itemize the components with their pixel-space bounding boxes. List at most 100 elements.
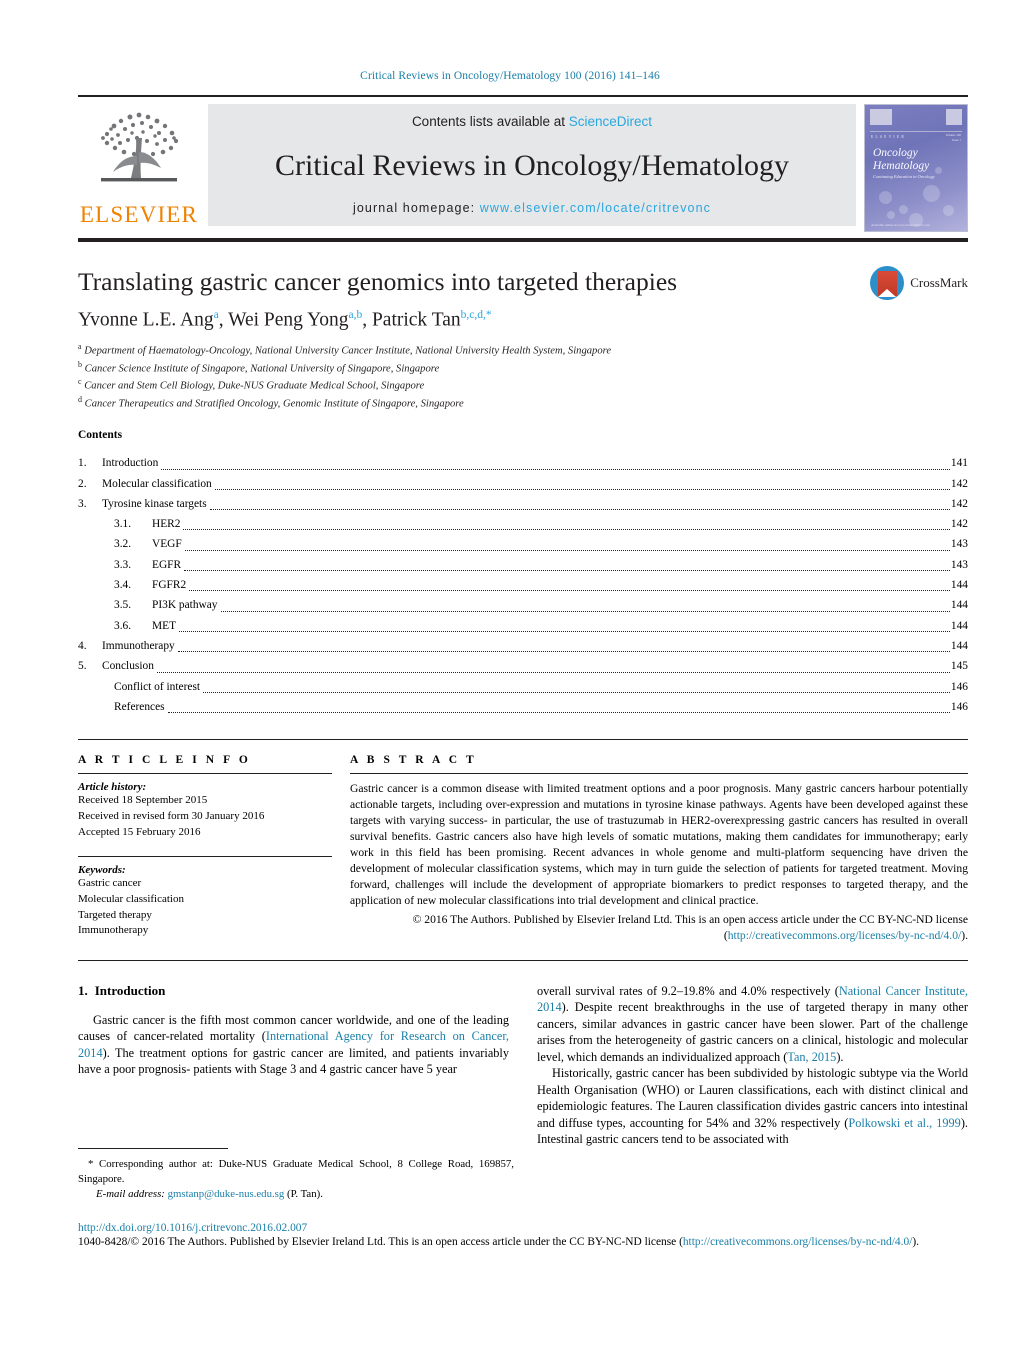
toc-number: 5. xyxy=(78,660,87,673)
toc-label: Conclusion xyxy=(102,660,154,673)
elsevier-tree-icon xyxy=(101,112,179,182)
toc-row[interactable]: 4. Immunotherapy 144 xyxy=(78,636,968,656)
toc-page-number: 141 xyxy=(950,457,968,470)
page-title: Translating gastric cancer genomics into… xyxy=(78,267,678,296)
toc-label: MET xyxy=(152,619,177,632)
cover-small-right: Volume 100 Issue 1 xyxy=(945,133,961,142)
toc-number: 1. xyxy=(78,457,87,470)
affiliation-text: Cancer Therapeutics and Stratified Oncol… xyxy=(84,398,464,410)
corresponding-author-line: * Corresponding author at: Duke-NUS Grad… xyxy=(78,1158,514,1186)
contents-heading: Contents xyxy=(78,429,123,442)
toc-row[interactable]: References 146 xyxy=(78,697,968,717)
paragraph: overall survival rates of 9.2–19.8% and … xyxy=(537,983,968,1066)
elsevier-logo: ELSEVIER xyxy=(78,104,200,232)
journal-masthead: ELSEVIER Contents lists available at Sci… xyxy=(78,95,968,232)
toc-leader-dots xyxy=(220,610,950,612)
info-abstract-block: A R T I C L E I N F O Article history: R… xyxy=(78,739,968,961)
toc-page-number: 145 xyxy=(950,660,968,673)
toc-page-number: 144 xyxy=(950,579,968,592)
toc-row[interactable]: 1. Introduction 141 xyxy=(78,453,968,473)
author-affil-marker: a xyxy=(213,308,219,321)
running-head: Critical Reviews in Oncology/Hematology … xyxy=(360,70,660,82)
affiliation-item: c Cancer and Stem Cell Biology, Duke-NUS… xyxy=(78,376,968,394)
homepage-url-link[interactable]: www.elsevier.com/locate/critrevonc xyxy=(480,201,711,215)
cover-issn-mark xyxy=(946,109,962,125)
body-column-left: 1. Introduction Gastric cancer is the fif… xyxy=(78,983,509,1148)
affiliation-item: b Cancer Science Institute of Singapore,… xyxy=(78,359,968,377)
author-name[interactable]: Wei Peng Yong xyxy=(228,309,348,330)
toc-page-number: 144 xyxy=(950,599,968,612)
cover-title-line2: Hematology xyxy=(873,160,930,172)
cover-rule xyxy=(870,131,962,132)
toc-label: HER2 xyxy=(152,518,181,531)
divider xyxy=(350,773,968,775)
affiliation-marker: a xyxy=(78,342,82,352)
article-info-column: A R T I C L E I N F O Article history: R… xyxy=(78,754,350,943)
keyword-item: Targeted therapy xyxy=(78,908,152,921)
body-column-right: overall survival rates of 9.2–19.8% and … xyxy=(537,983,968,1148)
toc-number: 3.3. xyxy=(114,558,132,571)
article-info-heading: A R T I C L E I N F O xyxy=(78,754,251,767)
paragraph-text: overall survival rates of 9.2–19.8% and … xyxy=(537,983,839,998)
toc-row[interactable]: 3.5. PI3K pathway 144 xyxy=(78,595,968,615)
contents-prefix: Contents lists available at xyxy=(411,114,569,129)
keyword-item: Molecular classification xyxy=(78,893,184,906)
cover-bubble xyxy=(923,185,940,202)
toc-row[interactable]: 3. Tyrosine kinase targets 142 xyxy=(78,494,968,514)
abstract-body: Gastric cancer is a common disease with … xyxy=(350,782,968,908)
citation-link[interactable]: Polkowski et al., 1999 xyxy=(848,1116,960,1130)
toc-row[interactable]: 3.2. VEGF 143 xyxy=(78,534,968,554)
sciencedirect-link[interactable]: ScienceDirect xyxy=(569,114,652,129)
cover-bubble xyxy=(935,167,942,174)
toc-number: 3.1. xyxy=(114,518,132,531)
toc-row[interactable]: 3.6. MET 144 xyxy=(78,616,968,636)
abstract-heading: A B S T R A C T xyxy=(350,754,477,767)
toc-page-number: 142 xyxy=(950,497,968,510)
paragraph-text: ). The treatment options for gastric can… xyxy=(78,1045,509,1077)
toc-page-number: 146 xyxy=(950,700,968,713)
toc-page-number: 143 xyxy=(950,558,968,571)
paper-page: Critical Reviews in Oncology/Hematology … xyxy=(0,0,1020,1351)
toc-page-number: 142 xyxy=(950,518,968,531)
license-prefix: 1040-8428/© 2016 The Authors. Published … xyxy=(78,1236,683,1248)
toc-leader-dots xyxy=(209,509,950,511)
affiliation-marker: c xyxy=(78,377,82,387)
toc-label: Introduction xyxy=(102,457,159,470)
toc-row[interactable]: 2. Molecular classification 142 xyxy=(78,474,968,494)
toc-row[interactable]: Conflict of interest 146 xyxy=(78,677,968,697)
author-name[interactable]: Patrick Tan xyxy=(372,309,461,330)
body-columns: 1. Introduction Gastric cancer is the fif… xyxy=(78,983,968,1148)
license-link[interactable]: http://creativecommons.org/licenses/by-n… xyxy=(728,929,962,942)
crossmark-badge[interactable]: CrossMark xyxy=(870,266,968,300)
cover-elsevier-mark xyxy=(870,109,892,125)
citation-link[interactable]: Tan, 2015 xyxy=(787,1050,836,1064)
crossmark-icon xyxy=(870,266,905,300)
toc-leader-dots xyxy=(161,468,950,470)
footnote-rule xyxy=(78,1148,228,1149)
toc-page-number: 143 xyxy=(950,538,968,551)
cover-small-left: E L S E V I E R xyxy=(871,135,905,139)
affiliation-text: Department of Haematology-Oncology, Nati… xyxy=(84,345,612,357)
journal-band: Contents lists available at ScienceDirec… xyxy=(208,104,856,226)
toc-leader-dots xyxy=(177,651,950,653)
toc-row[interactable]: 5. Conclusion 145 xyxy=(78,656,968,676)
journal-cover-thumbnail: E L S E V I E R Volume 100 Issue 1 Oncolo… xyxy=(864,104,968,232)
toc-row[interactable]: 3.4. FGFR2 144 xyxy=(78,575,968,595)
toc-row[interactable]: 3.1. HER2 142 xyxy=(78,514,968,534)
corresponding-author-footnote: * Corresponding author at: Duke-NUS Grad… xyxy=(78,1148,514,1202)
toc-label: Immunotherapy xyxy=(102,639,175,652)
toc-number: 3.5. xyxy=(114,599,132,612)
email-link[interactable]: gmstanp@duke-nus.edu.sg xyxy=(168,1188,285,1200)
elsevier-wordmark: ELSEVIER xyxy=(79,202,199,227)
toc-label: Tyrosine kinase targets xyxy=(102,497,207,510)
doi-link[interactable]: http://dx.doi.org/10.1016/j.critrevonc.2… xyxy=(78,1222,968,1234)
article-history-item: Received in revised form 30 January 2016 xyxy=(78,809,265,822)
toc-page-number: 144 xyxy=(950,639,968,652)
license-suffix: ). xyxy=(912,1236,919,1248)
author-name[interactable]: Yvonne L.E. Ang xyxy=(78,309,214,330)
affiliation-item: a Department of Haematology-Oncology, Na… xyxy=(78,341,968,359)
divider xyxy=(78,773,332,775)
section-heading-introduction: 1. Introduction xyxy=(78,983,509,999)
toc-row[interactable]: 3.3. EGFR 143 xyxy=(78,555,968,575)
license-link[interactable]: http://creativecommons.org/licenses/by-n… xyxy=(683,1236,912,1248)
